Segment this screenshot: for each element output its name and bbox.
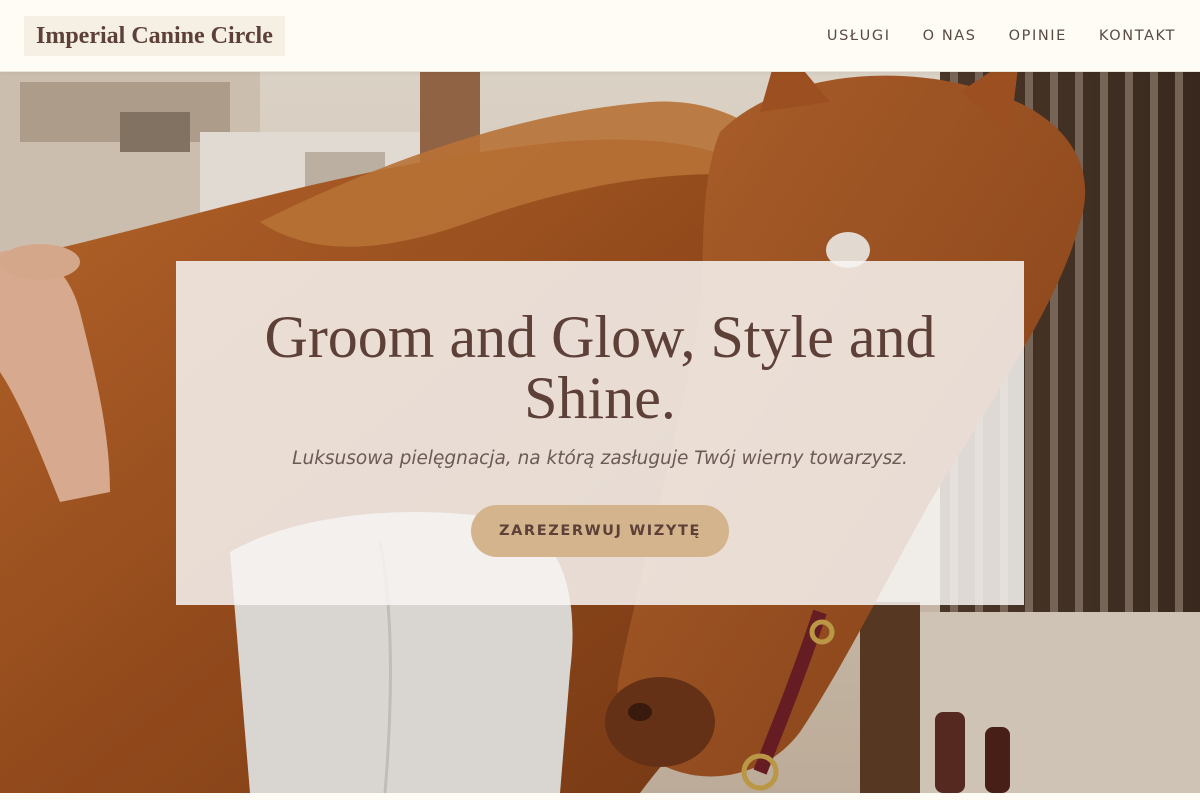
hero-subtitle: Luksusowa pielęgnacja, na którą zasługuj… — [292, 448, 908, 469]
site-logo[interactable]: Imperial Canine Circle — [24, 16, 285, 56]
site-header: Imperial Canine Circle USŁUGI O NAS OPIN… — [0, 0, 1200, 72]
hero-card: Groom and Glow, Style and Shine. Luksuso… — [176, 261, 1024, 605]
book-visit-button[interactable]: ZAREZERWUJ WIZYTĘ — [471, 505, 729, 557]
nav-link-uslugi[interactable]: USŁUGI — [827, 28, 891, 44]
nav-link-opinie[interactable]: OPINIE — [1009, 28, 1067, 44]
nav-link-o-nas[interactable]: O NAS — [923, 28, 977, 44]
hero-title: Groom and Glow, Style and Shine. — [264, 304, 936, 431]
main-nav: USŁUGI O NAS OPINIE KONTAKT — [827, 0, 1176, 72]
page-bottom-strip — [0, 793, 1200, 800]
nav-link-kontakt[interactable]: KONTAKT — [1099, 28, 1176, 44]
